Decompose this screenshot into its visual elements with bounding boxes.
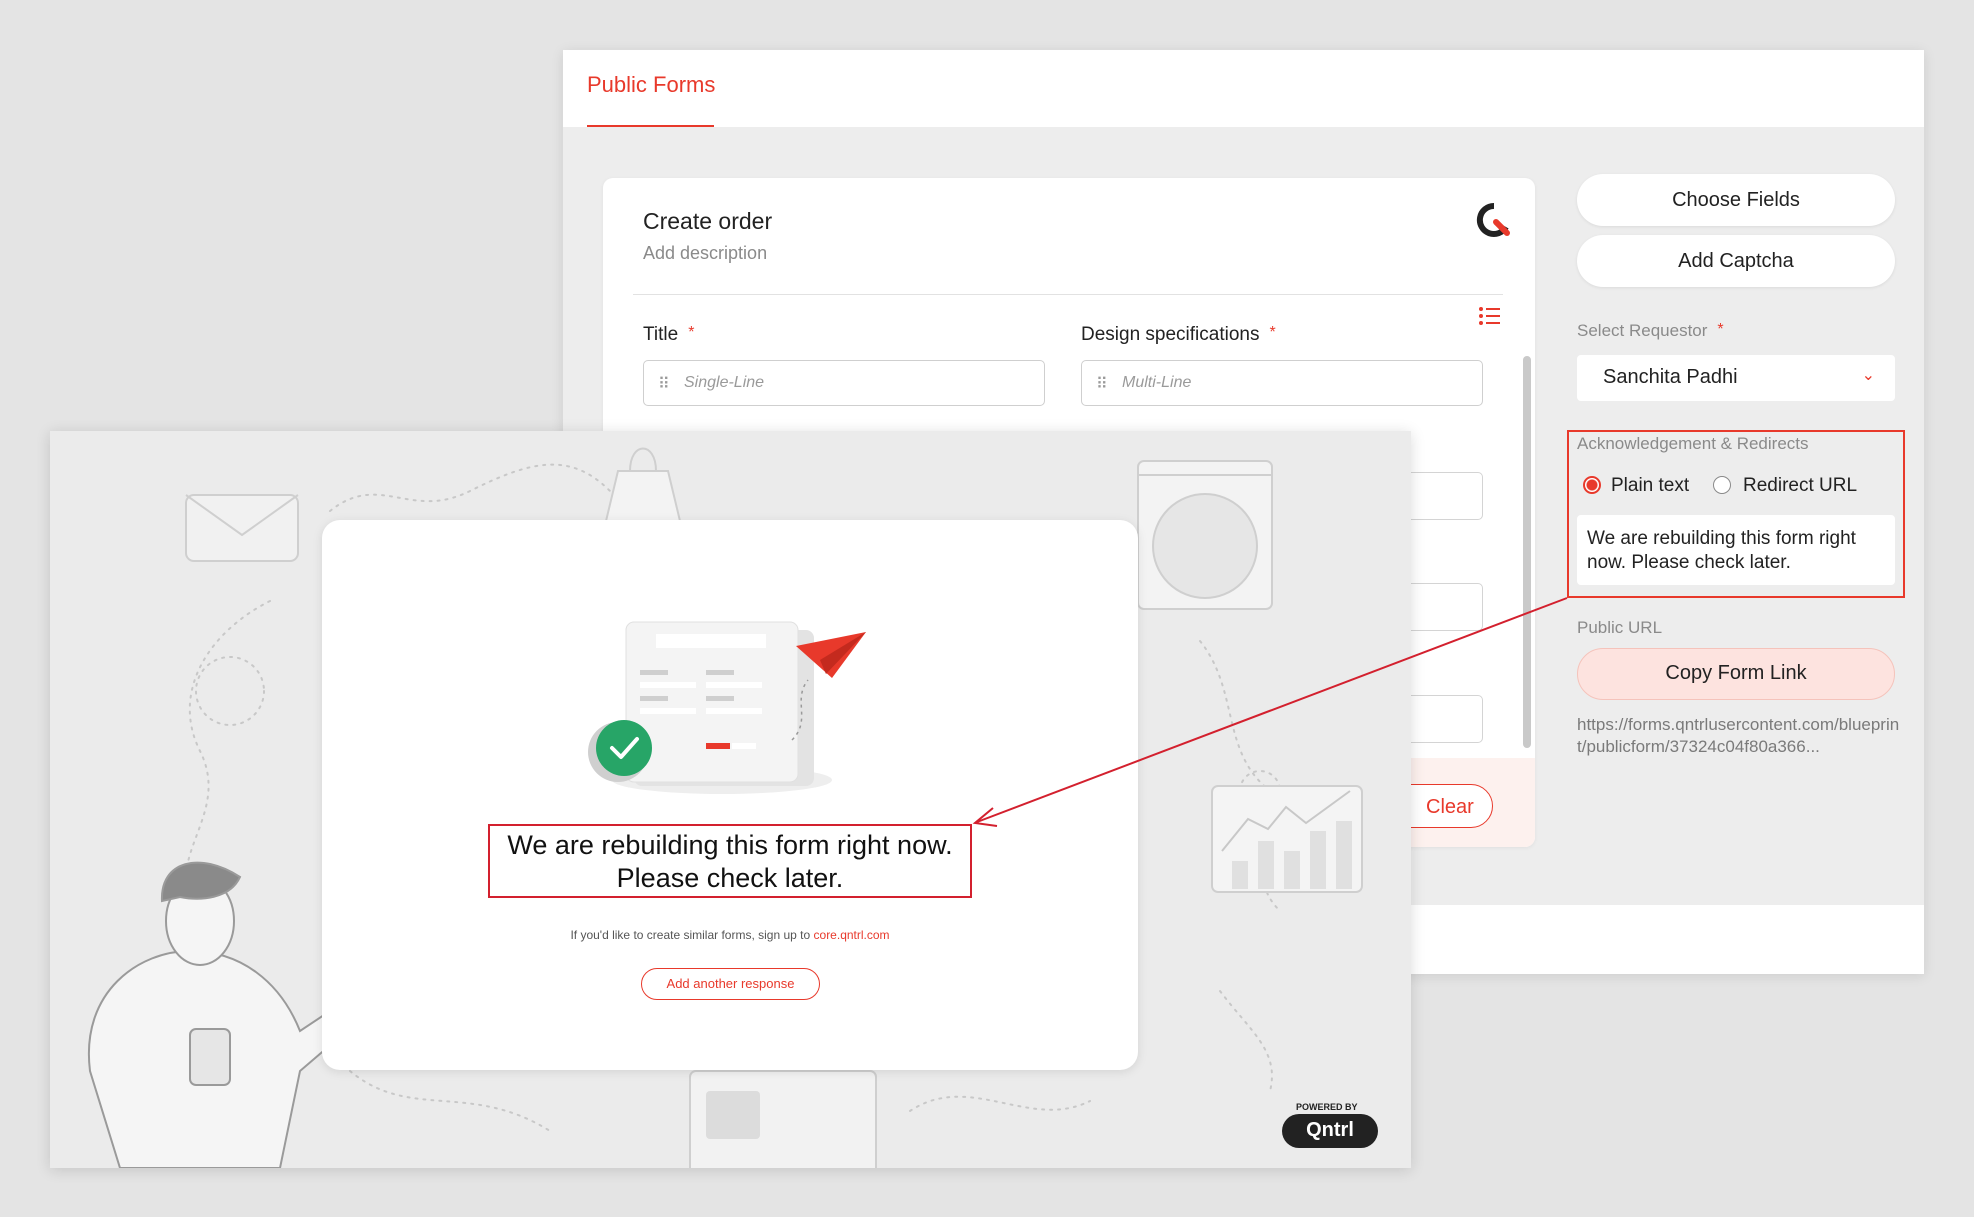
- drag-grip-icon[interactable]: ⠿: [1096, 374, 1108, 394]
- message-highlight: We are rebuilding this form right now. P…: [488, 824, 972, 898]
- header-divider: [633, 294, 1503, 295]
- acknowledgement-message-textarea[interactable]: We are rebuilding this form right now. P…: [1577, 515, 1895, 585]
- plain-text-radio[interactable]: [1583, 476, 1601, 494]
- builder-topbar: [563, 50, 1924, 127]
- form-preview-window: We are rebuilding this form right now. P…: [50, 431, 1411, 1168]
- add-another-response-button[interactable]: Add another response: [641, 968, 820, 1000]
- title-field-label: Title *: [643, 324, 695, 345]
- redirect-url-radio[interactable]: [1713, 476, 1731, 494]
- active-tab-indicator: [587, 125, 714, 127]
- signup-text: If you'd like to create similar forms, s…: [570, 928, 890, 942]
- drag-grip-icon[interactable]: ⠿: [658, 374, 670, 394]
- design-spec-field-label: Design specifications *: [1081, 324, 1276, 345]
- form-description[interactable]: Add description: [643, 243, 767, 264]
- list-settings-icon[interactable]: [1478, 306, 1502, 326]
- redirect-url-option-label[interactable]: Redirect URL: [1743, 475, 1857, 497]
- powered-by-badge[interactable]: POWERED BY Qntrl: [1282, 1102, 1382, 1152]
- acknowledgement-label: Acknowledgement & Redirects: [1577, 434, 1809, 453]
- copy-form-link-button[interactable]: Copy Form Link: [1577, 648, 1895, 700]
- plain-text-option-label[interactable]: Plain text: [1611, 475, 1689, 497]
- select-requestor-label: Select Requestor *: [1577, 321, 1724, 340]
- title-input[interactable]: ⠿ Single-Line: [643, 360, 1045, 406]
- signup-link[interactable]: core.qntrl.com: [814, 928, 890, 942]
- public-url-text[interactable]: https://forms.qntrlusercontent.com/bluep…: [1577, 714, 1907, 758]
- public-url-label: Public URL: [1577, 618, 1663, 637]
- choose-fields-button[interactable]: Choose Fields: [1577, 174, 1895, 226]
- form-title[interactable]: Create order: [643, 208, 772, 235]
- requestor-select[interactable]: Sanchita Padhi ⌄: [1577, 355, 1895, 401]
- response-modal: We are rebuilding this form right now. P…: [322, 520, 1138, 1070]
- qntrl-brand-text: Qntrl: [1306, 1119, 1354, 1141]
- powered-by-label: POWERED BY: [1296, 1102, 1358, 1112]
- chevron-down-icon: ⌄: [1861, 367, 1875, 384]
- qntrl-logo-icon: [1476, 202, 1510, 237]
- scrollbar[interactable]: [1523, 356, 1531, 748]
- tab-public-forms[interactable]: Public Forms: [587, 72, 715, 98]
- design-spec-input[interactable]: ⠿ Multi-Line: [1081, 360, 1483, 406]
- form-submitted-illustration: [588, 621, 866, 794]
- add-captcha-button[interactable]: Add Captcha: [1577, 235, 1895, 287]
- acknowledgement-message: We are rebuilding this form right now. P…: [507, 830, 953, 893]
